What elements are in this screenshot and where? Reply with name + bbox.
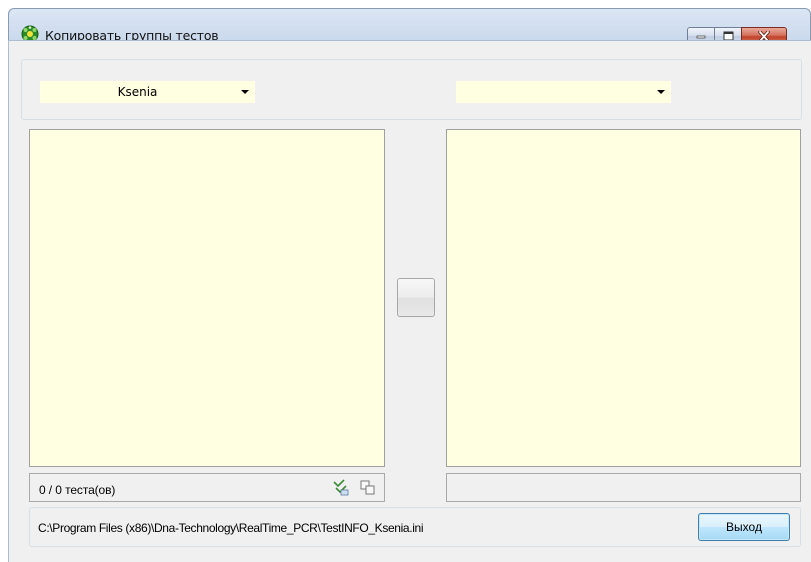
target-status-bar (446, 473, 801, 502)
chevron-down-icon (241, 90, 249, 94)
copy-to-target-button[interactable] (397, 278, 435, 317)
target-user-dropdown[interactable] (456, 81, 671, 103)
exit-button[interactable]: Выход (698, 513, 790, 541)
test-count-label: 0 / 0 теста(ов) (39, 483, 116, 497)
chevron-down-icon (657, 90, 665, 94)
source-user-dropdown[interactable]: Ksenia (40, 81, 255, 103)
source-groups-list[interactable] (29, 129, 385, 467)
minimize-icon (696, 35, 706, 39)
ini-file-path: C:\Program Files (x86)\Dna-Technology\Re… (38, 521, 424, 535)
source-status-bar: 0 / 0 теста(ов) (29, 473, 385, 502)
copy-icon[interactable] (359, 479, 377, 497)
select-all-icon[interactable] (332, 479, 350, 497)
source-user-value: Ksenia (117, 85, 158, 99)
target-groups-list[interactable] (446, 129, 801, 467)
